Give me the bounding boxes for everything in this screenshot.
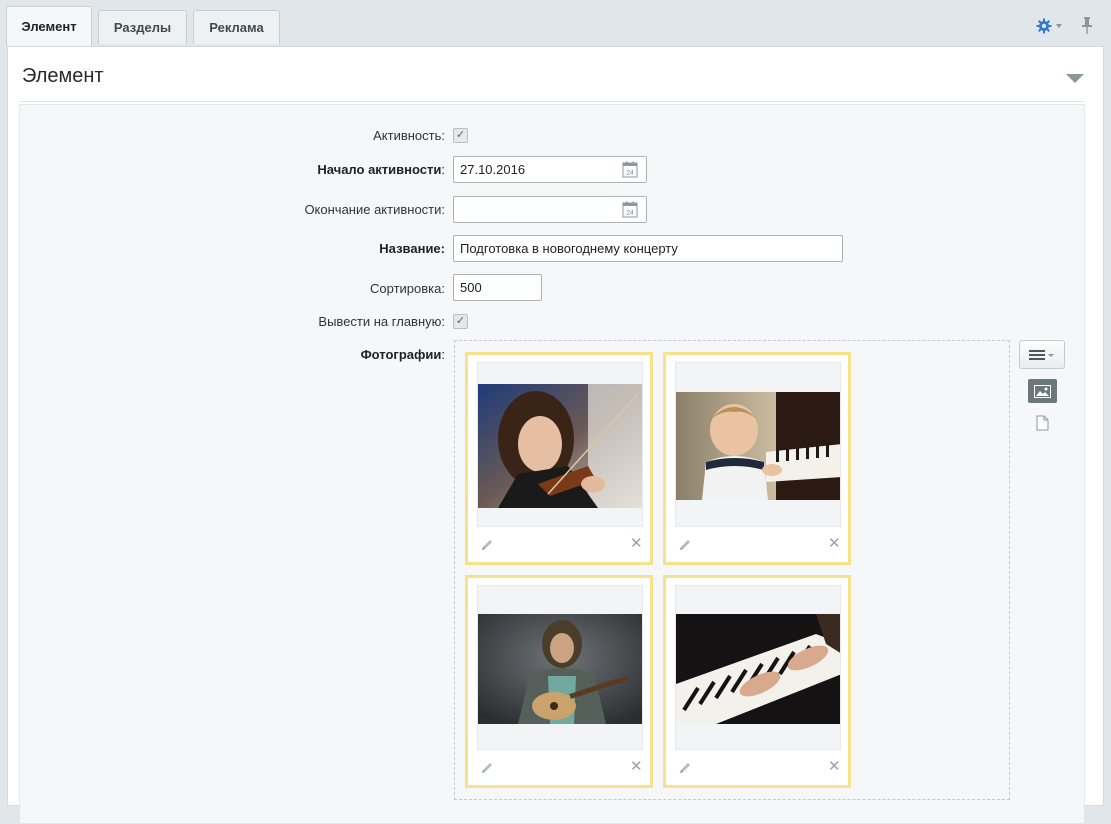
gear-icon <box>1036 18 1052 34</box>
photo-frame <box>675 585 841 750</box>
menu-icon <box>1029 349 1054 360</box>
end-date-input[interactable]: 24 <box>453 196 647 223</box>
photo-woman-violin <box>478 384 642 508</box>
tab-bar: Элемент Разделы Реклама <box>0 0 1111 46</box>
photo-frame <box>477 585 643 750</box>
end-date-label: Окончание активности: <box>304 202 445 217</box>
calendar-day: 24 <box>626 210 634 217</box>
remove-icon[interactable]: ✕ <box>828 759 841 774</box>
photo-man-guitar <box>478 614 642 724</box>
chevron-down-icon <box>1056 24 1062 28</box>
settings-button[interactable] <box>1036 16 1066 36</box>
remove-icon[interactable]: ✕ <box>630 759 643 774</box>
main-page-checkbox[interactable]: ✓ <box>453 314 468 329</box>
tab-element[interactable]: Элемент <box>6 6 92 46</box>
photo-card[interactable]: ✕ <box>465 575 653 788</box>
pin-icon[interactable] <box>1080 16 1094 36</box>
pencil-icon[interactable] <box>678 538 692 552</box>
name-label: Название: <box>379 241 445 256</box>
start-date-label: Начало активности: <box>317 162 445 177</box>
photo-card[interactable]: ✕ <box>465 352 653 565</box>
photo-card[interactable]: ✕ <box>663 352 851 565</box>
check-icon: ✓ <box>455 315 466 327</box>
name-input[interactable]: Подготовка в новогоднему концерту <box>453 235 843 262</box>
tab-sections[interactable]: Разделы <box>98 10 187 44</box>
photo-frame <box>477 362 643 527</box>
tab-ads[interactable]: Реклама <box>193 10 280 44</box>
calendar-icon[interactable]: 24 <box>622 201 638 218</box>
divider <box>19 101 1085 102</box>
image-view-button[interactable] <box>1028 379 1057 403</box>
pencil-icon[interactable] <box>480 538 494 552</box>
start-date-value: 27.10.2016 <box>460 162 526 177</box>
start-date-input[interactable]: 27.10.2016 24 <box>453 156 647 183</box>
photo-child-piano <box>676 392 840 500</box>
active-label: Активность: <box>373 128 445 143</box>
calendar-icon[interactable]: 24 <box>622 161 638 178</box>
photo-piano-hands <box>676 614 840 724</box>
calendar-day: 24 <box>626 170 634 177</box>
pencil-icon[interactable] <box>480 761 494 775</box>
photos-label: Фотографии: <box>360 347 445 362</box>
photos-dropzone[interactable]: ✕ ✕ ✕ ✕ <box>454 340 1010 800</box>
section-title: Элемент <box>22 65 104 87</box>
photo-frame <box>675 362 841 527</box>
active-checkbox[interactable]: ✓ <box>453 128 468 143</box>
photo-card[interactable]: ✕ <box>663 575 851 788</box>
remove-icon[interactable]: ✕ <box>630 536 643 551</box>
view-menu-button[interactable] <box>1019 340 1065 369</box>
image-icon <box>1034 384 1051 398</box>
sort-label: Сортировка: <box>370 281 445 296</box>
pencil-icon[interactable] <box>678 761 692 775</box>
file-view-icon[interactable] <box>1036 415 1049 431</box>
remove-icon[interactable]: ✕ <box>828 536 841 551</box>
collapse-arrow-icon[interactable] <box>1066 74 1084 83</box>
sort-input[interactable]: 500 <box>453 274 542 301</box>
main-page-label: Вывести на главную: <box>318 314 445 329</box>
check-icon: ✓ <box>455 129 466 141</box>
